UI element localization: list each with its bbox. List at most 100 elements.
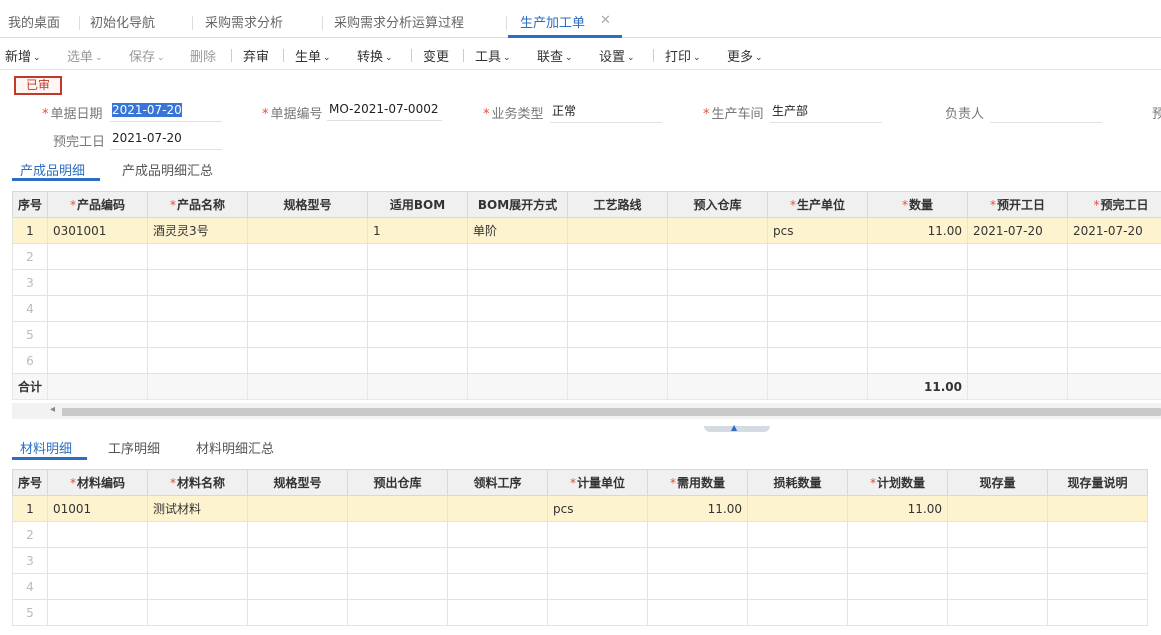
settings-button[interactable]: 设置 ⌄ xyxy=(599,46,635,65)
table-cell[interactable] xyxy=(47,321,148,348)
table-cell[interactable] xyxy=(747,495,848,522)
table-cell[interactable] xyxy=(147,269,248,296)
table-cell[interactable] xyxy=(367,243,468,270)
scrollbar-thumb[interactable] xyxy=(62,408,1161,416)
table-cell[interactable] xyxy=(967,321,1068,348)
column-header[interactable]: *计量单位 xyxy=(547,469,648,496)
table-cell[interactable] xyxy=(567,243,668,270)
table-cell[interactable] xyxy=(147,573,248,600)
horizontal-scrollbar[interactable]: ◂ xyxy=(12,403,1161,419)
table-cell[interactable] xyxy=(247,495,348,522)
table-cell[interactable] xyxy=(1047,547,1148,574)
table-cell[interactable] xyxy=(867,243,968,270)
table-cell[interactable] xyxy=(967,243,1068,270)
change-button[interactable]: 变更 xyxy=(423,46,449,65)
table-cell[interactable] xyxy=(147,243,248,270)
table-cell[interactable] xyxy=(447,521,548,548)
table-cell[interactable] xyxy=(667,217,768,244)
table-cell[interactable] xyxy=(667,347,768,374)
table-cell[interactable] xyxy=(547,547,648,574)
table-cell[interactable]: 11.00 xyxy=(867,217,968,244)
table-cell[interactable] xyxy=(47,547,148,574)
table-cell[interactable] xyxy=(47,243,148,270)
table-row[interactable]: 4 xyxy=(12,573,1148,600)
table-cell[interactable] xyxy=(1067,295,1161,322)
table-cell[interactable] xyxy=(847,547,948,574)
column-header[interactable]: *材料编码 xyxy=(47,469,148,496)
table-cell[interactable] xyxy=(1067,321,1161,348)
table-cell[interactable]: 测试材料 xyxy=(147,495,248,522)
workshop-field[interactable]: 生产部 xyxy=(770,101,882,123)
table-cell[interactable] xyxy=(467,295,568,322)
table-cell[interactable] xyxy=(647,521,748,548)
table-cell[interactable] xyxy=(947,495,1048,522)
column-header[interactable]: 预入仓库 xyxy=(667,191,768,218)
column-header[interactable]: *计划数量 xyxy=(847,469,948,496)
column-header[interactable]: 规格型号 xyxy=(247,191,368,218)
tab-product-detail[interactable]: 产成品明细 xyxy=(20,160,85,179)
table-cell[interactable] xyxy=(367,295,468,322)
table-cell[interactable] xyxy=(647,573,748,600)
table-cell[interactable]: 1 xyxy=(367,217,468,244)
tab-process-detail[interactable]: 工序明细 xyxy=(108,438,160,457)
table-cell[interactable] xyxy=(147,347,248,374)
table-cell[interactable] xyxy=(767,269,868,296)
column-header[interactable]: 适用BOM xyxy=(367,191,468,218)
table-cell[interactable] xyxy=(247,321,368,348)
table-cell[interactable] xyxy=(47,599,148,626)
table-cell[interactable] xyxy=(867,269,968,296)
table-cell[interactable] xyxy=(967,347,1068,374)
table-cell[interactable] xyxy=(247,573,348,600)
table-cell[interactable] xyxy=(867,321,968,348)
table-cell[interactable] xyxy=(47,295,148,322)
table-cell[interactable]: 0301001 xyxy=(47,217,148,244)
column-header[interactable]: 现存量 xyxy=(947,469,1048,496)
table-cell[interactable] xyxy=(447,573,548,600)
select-button[interactable]: 选单 ⌄ xyxy=(67,46,103,65)
tab-material-detail[interactable]: 材料明细 xyxy=(20,438,72,457)
table-cell[interactable] xyxy=(1047,573,1148,600)
table-cell[interactable] xyxy=(567,321,668,348)
table-cell[interactable] xyxy=(247,295,368,322)
table-cell[interactable] xyxy=(347,495,448,522)
link-query-button[interactable]: 联查 ⌄ xyxy=(537,46,573,65)
tab-product-summary[interactable]: 产成品明细汇总 xyxy=(122,160,213,179)
table-cell[interactable] xyxy=(1047,495,1148,522)
convert-button[interactable]: 转换 ⌄ xyxy=(357,46,393,65)
table-cell[interactable]: pcs xyxy=(767,217,868,244)
table-cell[interactable] xyxy=(247,243,368,270)
table-cell[interactable] xyxy=(47,269,148,296)
table-cell[interactable] xyxy=(147,321,248,348)
table-cell[interactable] xyxy=(1067,243,1161,270)
table-cell[interactable] xyxy=(147,521,248,548)
column-header[interactable]: *预开工日 xyxy=(967,191,1068,218)
tab-purchase-analysis[interactable]: 采购需求分析 xyxy=(205,12,283,38)
table-cell[interactable] xyxy=(647,599,748,626)
table-cell[interactable] xyxy=(1067,347,1161,374)
print-button[interactable]: 打印 ⌄ xyxy=(665,46,701,65)
column-header[interactable]: 规格型号 xyxy=(247,469,348,496)
table-cell[interactable] xyxy=(747,599,848,626)
table-cell[interactable] xyxy=(947,573,1048,600)
column-header[interactable]: 预出仓库 xyxy=(347,469,448,496)
table-row[interactable]: 6 xyxy=(12,347,1161,374)
column-header[interactable]: 序号 xyxy=(12,469,48,496)
table-cell[interactable] xyxy=(147,547,248,574)
table-cell[interactable] xyxy=(147,599,248,626)
table-cell[interactable] xyxy=(447,599,548,626)
table-cell[interactable] xyxy=(567,217,668,244)
table-cell[interactable] xyxy=(247,521,348,548)
table-row[interactable]: 2 xyxy=(12,521,1148,548)
column-header[interactable]: *生产单位 xyxy=(767,191,868,218)
table-cell[interactable] xyxy=(1047,599,1148,626)
biz-type-field[interactable]: 正常 xyxy=(550,101,662,123)
table-cell[interactable] xyxy=(467,321,568,348)
table-cell[interactable] xyxy=(747,547,848,574)
table-cell[interactable] xyxy=(667,295,768,322)
table-row[interactable]: 3 xyxy=(12,269,1161,296)
table-cell[interactable] xyxy=(767,295,868,322)
table-cell[interactable] xyxy=(847,599,948,626)
table-cell[interactable] xyxy=(667,321,768,348)
table-cell[interactable] xyxy=(447,547,548,574)
table-row[interactable]: 1 0301001 酒灵灵3号 1 单阶 pcs 11.00 2021-07-20 2021-0… xyxy=(12,217,1161,244)
